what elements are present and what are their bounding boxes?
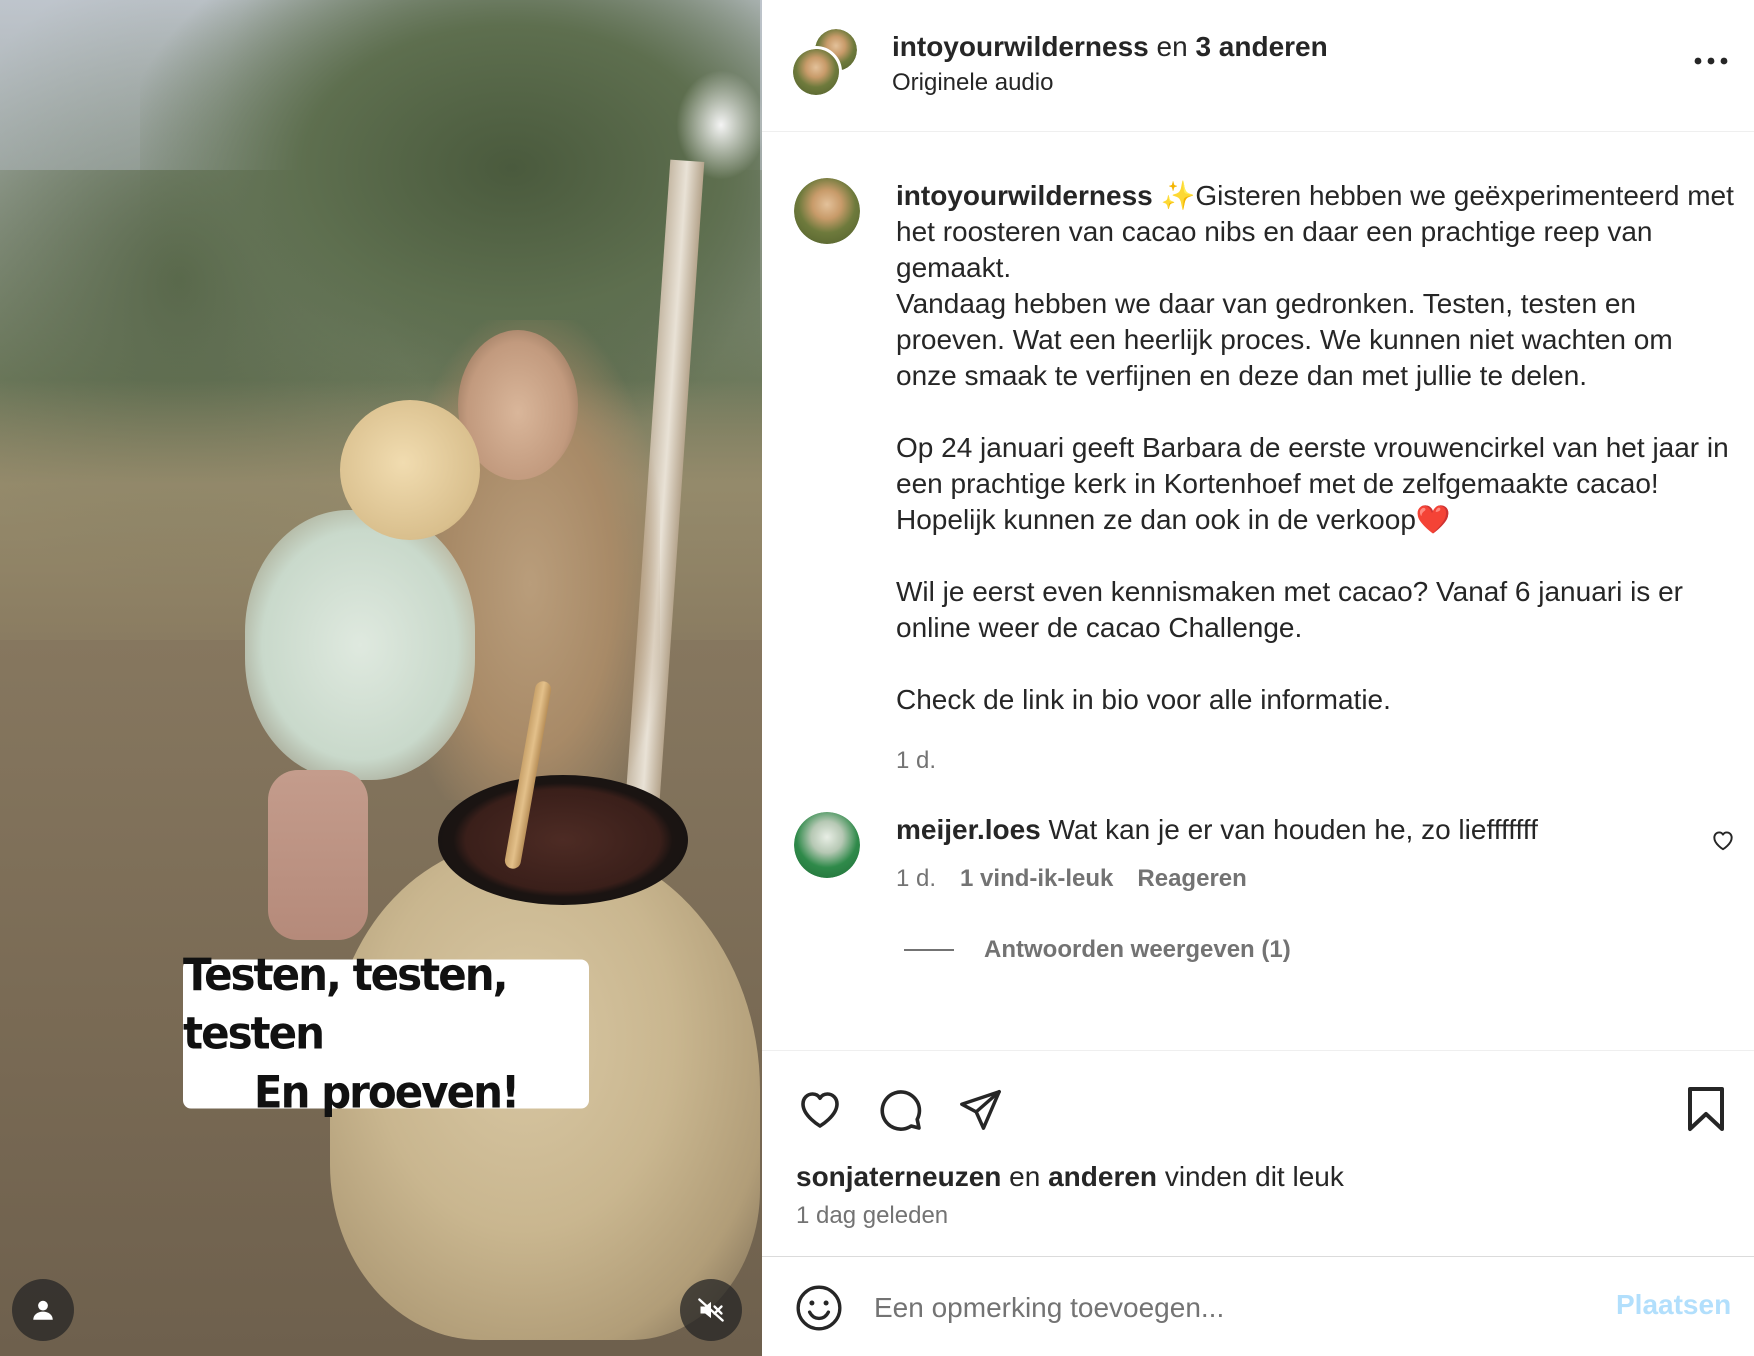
comment-body: Wat kan je er van houden he, zo liefffff…: [1048, 814, 1538, 845]
caption-paragraph: Wil je eerst even kennismaken met cacao?…: [896, 576, 1683, 643]
post-panel: intoyourwilderness en 3 anderen Originel…: [762, 0, 1754, 1356]
media-pan: [438, 775, 688, 905]
caption-text: intoyourwilderness ✨Gisteren hebben we g…: [896, 178, 1736, 718]
likes-connector: en: [1009, 1161, 1041, 1192]
share-button[interactable]: [952, 1081, 1008, 1137]
video-caption-line-2: En proeven!: [253, 1066, 520, 1118]
comment-icon: [880, 1090, 922, 1131]
comment-reply-button[interactable]: Reageren: [1137, 864, 1246, 894]
header-title: intoyourwilderness en 3 anderen: [892, 30, 1328, 64]
comment-username-link[interactable]: meijer.loes: [896, 814, 1041, 845]
avatar: [794, 812, 860, 878]
heart-icon: [1713, 831, 1733, 851]
share-icon: [960, 1090, 1001, 1130]
comment-like-button[interactable]: [1710, 827, 1740, 857]
caption-paragraph: Vandaag hebben we daar van gedronken. Te…: [896, 288, 1673, 391]
more-horizontal-icon: [1694, 57, 1728, 65]
video-caption-overlay: Testen, testen, testen En proeven!: [183, 949, 589, 1118]
mute-button[interactable]: [680, 1279, 742, 1341]
comment-button[interactable]: [872, 1081, 928, 1137]
save-button[interactable]: [1678, 1081, 1734, 1137]
caption-avatar[interactable]: [794, 178, 860, 244]
caption-paragraph: Op 24 januari geeft Barbara de eerste vr…: [896, 432, 1729, 535]
caption-username-link[interactable]: intoyourwilderness: [896, 180, 1153, 211]
likes-suffix: vinden dit leuk: [1164, 1161, 1344, 1192]
likes-others-link[interactable]: anderen: [1048, 1161, 1157, 1192]
speaker-muted-icon: [698, 1298, 724, 1322]
replies-divider: [904, 949, 954, 951]
comment-meta: 1 d. 1 vind-ik-leuk Reageren: [896, 864, 1247, 894]
post-timestamp[interactable]: 1 dag geleden: [796, 1201, 948, 1231]
view-replies-button[interactable]: Antwoorden weergeven (1): [904, 936, 1291, 964]
avatar: [793, 49, 839, 95]
likes-summary: sonjaterneuzen en anderen vinden dit leu…: [796, 1159, 1344, 1195]
emoji-button[interactable]: [794, 1283, 844, 1333]
action-bar: sonjaterneuzen en anderen vinden dit leu…: [762, 1050, 1754, 1254]
media-child: [245, 510, 475, 780]
heart-icon: [801, 1092, 839, 1128]
comment-likes-link[interactable]: 1 vind-ik-leuk: [960, 864, 1113, 894]
collab-avatar-front[interactable]: [790, 46, 842, 98]
caption-paragraph: intoyourwilderness ✨Gisteren hebben we g…: [896, 178, 1736, 286]
tagged-users-button[interactable]: [12, 1279, 74, 1341]
like-button[interactable]: [792, 1081, 848, 1137]
comment-time[interactable]: 1 d.: [896, 864, 936, 894]
emoji-icon: [796, 1285, 842, 1331]
media-child-head: [340, 400, 480, 540]
likes-user-link[interactable]: sonjaterneuzen: [796, 1161, 1001, 1192]
post-comment-button[interactable]: Plaatsen: [1616, 1289, 1731, 1321]
view-replies-label: Antwoorden weergeven (1): [984, 936, 1291, 963]
user-icon: [33, 1300, 53, 1320]
more-options-button[interactable]: [1686, 46, 1736, 76]
caption-paragraph: Check de link in bio voor alle informati…: [896, 684, 1391, 715]
caption-meta: 1 d.: [896, 746, 936, 776]
comment-avatar[interactable]: [794, 812, 860, 878]
comment-text: meijer.loes Wat kan je er van houden he,…: [896, 812, 1676, 848]
header-others-link[interactable]: 3 anderen: [1195, 31, 1327, 62]
add-comment-bar: Plaatsen: [762, 1256, 1754, 1356]
bookmark-icon: [1688, 1087, 1724, 1131]
post-header: intoyourwilderness en 3 anderen Originel…: [762, 0, 1754, 132]
caption-time[interactable]: 1 d.: [896, 746, 936, 776]
comments-section: intoyourwilderness ✨Gisteren hebben we g…: [762, 132, 1754, 1050]
media-child-legs: [268, 770, 368, 940]
header-connector: en: [1156, 31, 1188, 62]
avatar: [794, 178, 860, 244]
post-media[interactable]: Testen, testen, testen En proeven!: [0, 0, 762, 1356]
header-audio-link[interactable]: Originele audio: [892, 68, 1053, 98]
header-username-link[interactable]: intoyourwilderness: [892, 31, 1149, 62]
comment-input[interactable]: [874, 1281, 1574, 1335]
video-caption-line-1: Testen, testen, testen: [183, 948, 509, 1060]
